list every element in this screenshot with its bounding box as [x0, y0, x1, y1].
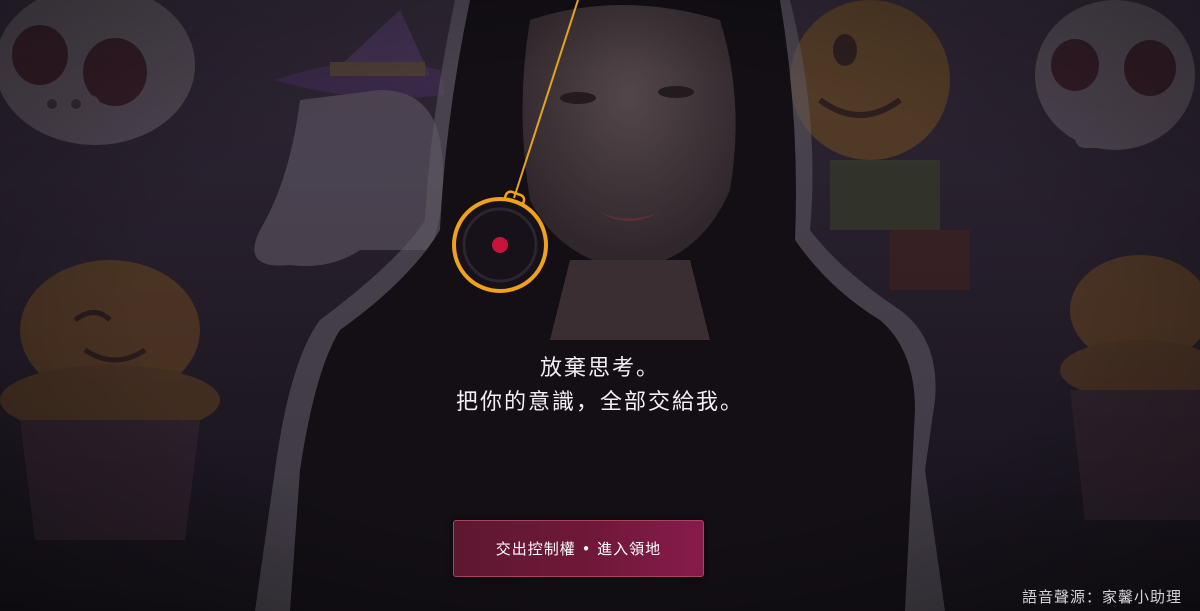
- hypnosis-line-2: 把你的意識，全部交給我。: [455, 390, 744, 415]
- hypnosis-line-1: 放棄思考。: [539, 356, 660, 381]
- surrender-control-button[interactable]: 交出控制權 • 進入領地: [453, 520, 704, 577]
- voice-credit: 語音聲源：家馨小助理: [1021, 588, 1182, 606]
- surrender-control-button-label: 交出控制權 • 進入領地: [495, 540, 662, 558]
- hypnosis-scene: 放棄思考。 把你的意識，全部交給我。 交出控制權 • 進入領地 語音聲源：家馨小…: [0, 0, 1200, 611]
